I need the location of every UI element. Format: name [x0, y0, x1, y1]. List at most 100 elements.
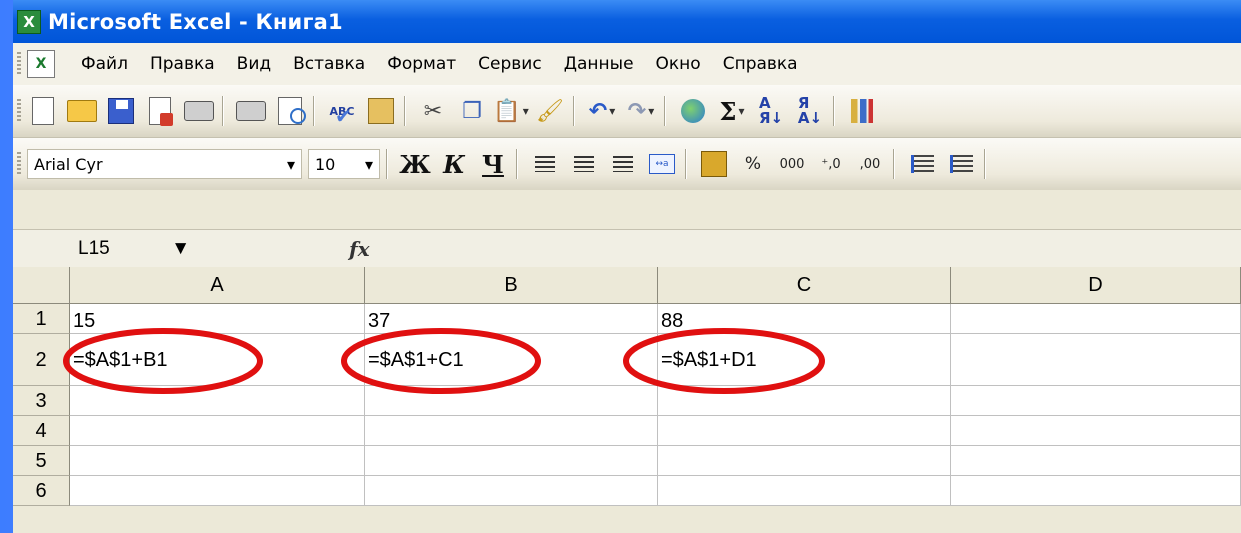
permission-button[interactable] [143, 94, 177, 128]
chevron-down-icon[interactable]: ▾ [287, 155, 295, 174]
copy-button[interactable]: ❐ [455, 94, 489, 128]
cell-b2[interactable]: =$A$1+C1 [365, 334, 658, 386]
cell-b5[interactable] [365, 446, 658, 476]
name-box[interactable]: L15 ▼ [18, 233, 204, 265]
chevron-down-icon[interactable]: ▾ [738, 104, 744, 118]
row-header-3[interactable]: 3 [13, 386, 70, 416]
cell-a2[interactable]: =$A$1+B1 [70, 334, 365, 386]
italic-button[interactable]: К [437, 147, 471, 181]
increase-indent-icon [949, 155, 973, 173]
cell-a3[interactable] [70, 386, 365, 416]
cell-b3[interactable] [365, 386, 658, 416]
paste-button[interactable]: 📋 ▾ [493, 94, 529, 128]
align-right-button[interactable] [606, 147, 640, 181]
cell-c1[interactable]: 88 [658, 304, 951, 334]
chevron-down-icon[interactable]: ▾ [365, 155, 373, 174]
underline-button[interactable]: Ч [476, 147, 510, 181]
align-left-button[interactable] [528, 147, 562, 181]
chevron-down-icon[interactable]: ▾ [523, 104, 529, 118]
menu-window[interactable]: Окно [656, 54, 701, 74]
merge-center-button[interactable]: ↔a [645, 147, 679, 181]
redo-button[interactable]: ↷ ▾ [624, 94, 658, 128]
cell-c3[interactable] [658, 386, 951, 416]
autosum-button[interactable]: Σ ▾ [715, 94, 749, 128]
undo-button[interactable]: ↶ ▾ [585, 94, 619, 128]
quick-print-button[interactable] [234, 94, 268, 128]
menu-help[interactable]: Справка [723, 54, 798, 74]
font-name-select[interactable]: Arial Cyr ▾ [27, 149, 302, 179]
toolbar-grip[interactable] [17, 52, 21, 76]
document-icon[interactable]: X [27, 50, 55, 78]
cell-d1[interactable] [951, 304, 1241, 334]
toolbar-separator [893, 149, 894, 179]
row-header-4[interactable]: 4 [13, 416, 70, 446]
cut-button[interactable]: ✂ [416, 94, 450, 128]
cell-b1[interactable]: 37 [365, 304, 658, 334]
column-header-a[interactable]: A [70, 267, 365, 304]
column-header-c[interactable]: C [658, 267, 951, 304]
chevron-down-icon[interactable]: ▼ [171, 238, 190, 260]
cell-b6[interactable] [365, 476, 658, 506]
save-button[interactable] [104, 94, 138, 128]
fx-icon[interactable]: fx [349, 237, 370, 261]
font-size-select[interactable]: 10 ▾ [308, 149, 380, 179]
chevron-down-icon[interactable]: ▾ [648, 104, 654, 118]
menu-file[interactable]: Файл [81, 54, 128, 74]
open-button[interactable] [65, 94, 99, 128]
cell-c4[interactable] [658, 416, 951, 446]
cell-a6[interactable] [70, 476, 365, 506]
increase-decimal-button[interactable]: ⁺,0 [814, 147, 848, 181]
cell-d4[interactable] [951, 416, 1241, 446]
increase-decimal-icon: ⁺,0 [821, 156, 841, 172]
increase-indent-button[interactable] [944, 147, 978, 181]
column-header-b[interactable]: B [365, 267, 658, 304]
cell-c5[interactable] [658, 446, 951, 476]
spelling-button[interactable]: ABC [325, 94, 359, 128]
menu-format[interactable]: Формат [387, 54, 456, 74]
toolbar-grip[interactable] [17, 152, 21, 176]
cell-a1[interactable]: 15 [70, 304, 365, 334]
cell-a4[interactable] [70, 416, 365, 446]
cell-d3[interactable] [951, 386, 1241, 416]
print-button[interactable] [182, 94, 216, 128]
sort-ascending-button[interactable]: А Я↓ [754, 94, 788, 128]
print-preview-button[interactable] [273, 94, 307, 128]
cell-d5[interactable] [951, 446, 1241, 476]
cell-b4[interactable] [365, 416, 658, 446]
bold-button[interactable]: Ж [398, 147, 432, 181]
comma-style-button[interactable]: 000 [775, 147, 809, 181]
align-center-button[interactable] [567, 147, 601, 181]
cell-a5[interactable] [70, 446, 365, 476]
chevron-down-icon[interactable]: ▾ [609, 104, 615, 118]
currency-style-button[interactable] [697, 147, 731, 181]
row-header-5[interactable]: 5 [13, 446, 70, 476]
menu-data[interactable]: Данные [564, 54, 634, 74]
select-all-corner[interactable] [13, 267, 70, 304]
chart-wizard-button[interactable] [845, 94, 879, 128]
menu-tools[interactable]: Сервис [478, 54, 542, 74]
toolbar-separator [386, 149, 387, 179]
percent-style-button[interactable]: % [736, 147, 770, 181]
decrease-decimal-button[interactable]: ,00 [853, 147, 887, 181]
cell-d6[interactable] [951, 476, 1241, 506]
menu-edit[interactable]: Правка [150, 54, 215, 74]
research-button[interactable] [364, 94, 398, 128]
new-icon [32, 97, 54, 125]
format-painter-button[interactable]: 🖌 [533, 94, 567, 128]
column-header-d[interactable]: D [951, 267, 1241, 304]
permission-icon [149, 97, 171, 125]
new-button[interactable] [26, 94, 60, 128]
excel-app-icon[interactable]: X [17, 9, 41, 34]
menu-view[interactable]: Вид [237, 54, 271, 74]
sort-descending-button[interactable]: Я А↓ [793, 94, 827, 128]
row-header-1[interactable]: 1 [13, 304, 70, 334]
decrease-indent-button[interactable] [905, 147, 939, 181]
menu-insert[interactable]: Вставка [293, 54, 365, 74]
toolbar-grip[interactable] [17, 99, 21, 123]
cell-d2[interactable] [951, 334, 1241, 386]
row-header-6[interactable]: 6 [13, 476, 70, 506]
row-header-2[interactable]: 2 [13, 334, 70, 386]
cell-c6[interactable] [658, 476, 951, 506]
hyperlink-button[interactable] [676, 94, 710, 128]
cell-c2[interactable]: =$A$1+D1 [658, 334, 951, 386]
